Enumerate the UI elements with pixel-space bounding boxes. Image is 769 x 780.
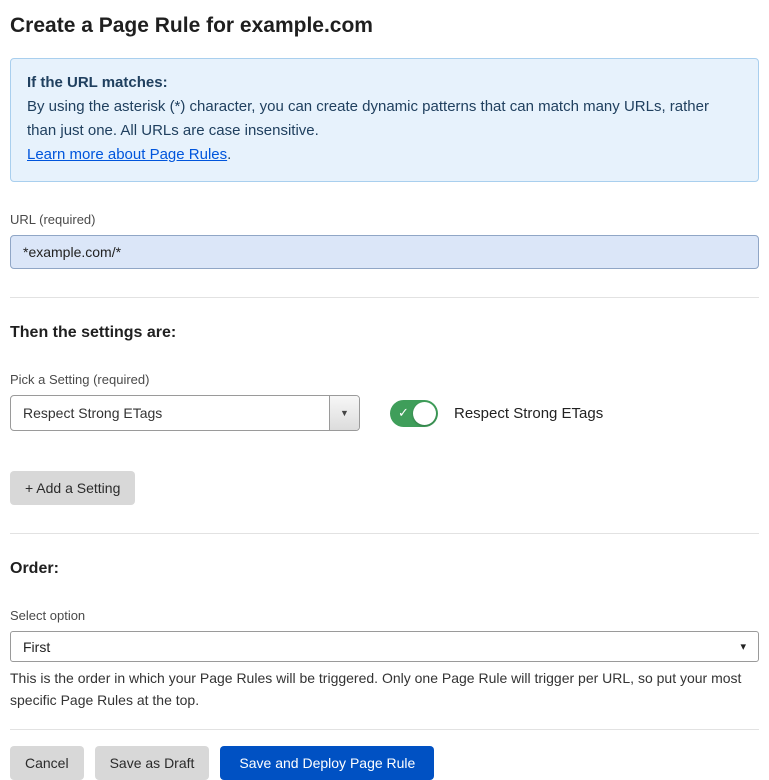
setting-row: Respect Strong ETags ▼ ✓ Respect Strong … (10, 395, 759, 431)
learn-more-link[interactable]: Learn more about Page Rules (27, 146, 227, 163)
order-help-text: This is the order in which your Page Rul… (10, 668, 759, 711)
etags-toggle-group: ✓ Respect Strong ETags (390, 400, 603, 427)
info-box-heading: If the URL matches: (27, 71, 742, 95)
chevron-down-icon: ▾ (740, 640, 746, 653)
save-draft-button[interactable]: Save as Draft (95, 746, 210, 780)
setting-picker-label: Pick a Setting (required) (10, 372, 759, 387)
etags-toggle[interactable]: ✓ (390, 400, 438, 427)
footer-actions: Cancel Save as Draft Save and Deploy Pag… (10, 729, 759, 780)
page-title: Create a Page Rule for example.com (10, 14, 759, 38)
divider-after-url (10, 297, 759, 298)
order-select[interactable]: First ▾ (10, 631, 759, 662)
etags-toggle-label: Respect Strong ETags (454, 405, 603, 422)
settings-section-heading: Then the settings are: (10, 324, 759, 342)
url-input[interactable] (10, 235, 759, 269)
chevron-down-icon[interactable]: ▼ (329, 396, 359, 430)
save-deploy-button[interactable]: Save and Deploy Page Rule (220, 746, 434, 780)
url-field-label: URL (required) (10, 212, 759, 227)
add-setting-button[interactable]: + Add a Setting (10, 471, 135, 505)
info-box-link-line: Learn more about Page Rules. (27, 143, 742, 167)
setting-dropdown-value: Respect Strong ETags (11, 396, 329, 430)
link-suffix: . (227, 146, 231, 163)
cancel-button[interactable]: Cancel (10, 746, 84, 780)
order-select-value: First (23, 639, 50, 655)
page-rule-form: Create a Page Rule for example.com If th… (0, 0, 769, 780)
info-box-body: By using the asterisk (*) character, you… (27, 95, 742, 143)
toggle-knob (413, 402, 436, 425)
order-select-label: Select option (10, 608, 759, 623)
setting-dropdown[interactable]: Respect Strong ETags ▼ (10, 395, 360, 431)
url-match-info-box: If the URL matches: By using the asteris… (10, 58, 759, 182)
check-icon: ✓ (398, 404, 409, 422)
order-section-heading: Order: (10, 560, 759, 578)
divider-before-order (10, 533, 759, 534)
